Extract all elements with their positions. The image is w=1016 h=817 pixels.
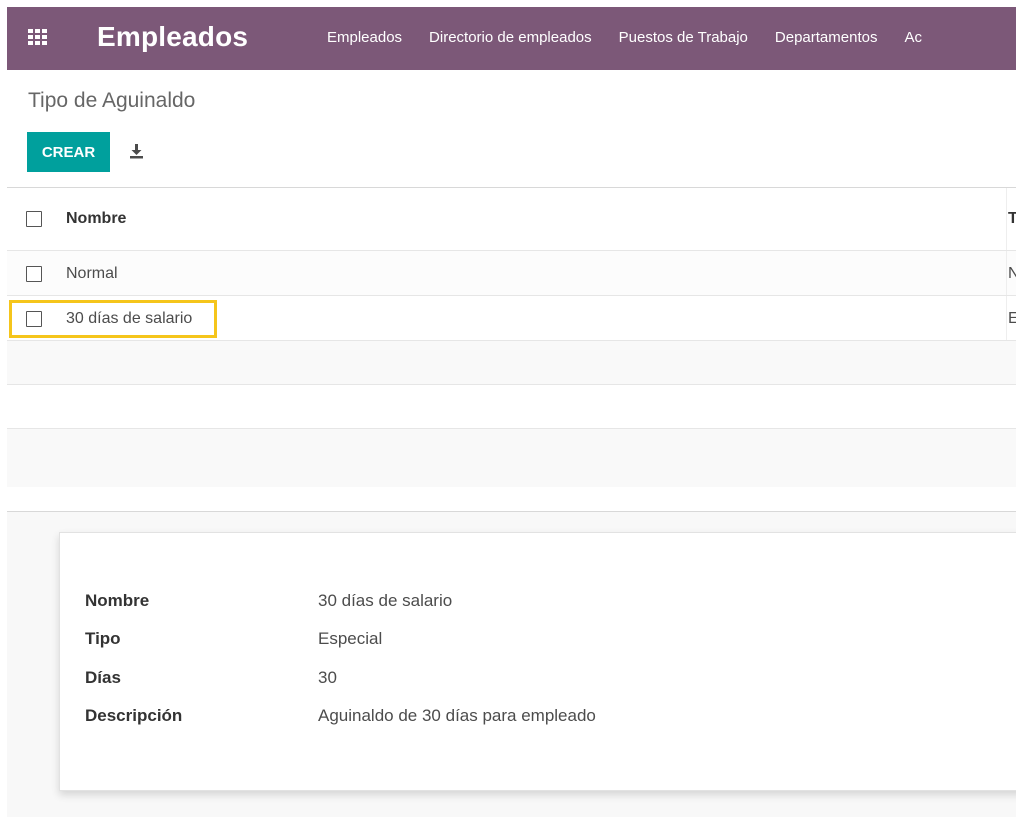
field-label-nombre: Nombre: [85, 591, 150, 610]
row-tipo-cell[interactable]: E: [1006, 296, 1016, 340]
field-value-nombre: 30 días de salario: [318, 591, 453, 610]
record-form-sheet: Nombre 30 días de salario Tipo Especial …: [59, 532, 1016, 791]
menu-item-departamentos[interactable]: Departamentos: [775, 29, 878, 46]
page-title: Tipo de Aguinaldo: [28, 89, 196, 112]
list-view: Nombre T Normal N 30 días de salario E: [7, 187, 1016, 487]
row-checkbox[interactable]: [26, 266, 42, 282]
field-value-dias: 30: [318, 668, 337, 687]
app-name[interactable]: Empleados: [97, 21, 248, 53]
menu-item-empleados[interactable]: Empleados: [327, 29, 402, 46]
create-button[interactable]: CREAR: [27, 132, 110, 172]
menu-item-directorio[interactable]: Directorio de empleados: [429, 29, 592, 46]
download-icon[interactable]: [129, 143, 144, 159]
table-row[interactable]: 30 días de salario E: [7, 296, 1016, 341]
field-label-tipo: Tipo: [85, 629, 121, 648]
menu-item-truncated[interactable]: Ac: [904, 29, 922, 46]
list-header-row: Nombre T: [7, 187, 1016, 251]
apps-grid-icon[interactable]: [28, 29, 48, 45]
row-tipo-label: E: [1008, 310, 1016, 328]
field-value-tipo: Especial: [318, 629, 383, 648]
menu-item-puestos[interactable]: Puestos de Trabajo: [619, 29, 748, 46]
column-header-nombre[interactable]: Nombre: [66, 210, 126, 228]
top-menu: Empleados Directorio de empleados Puesto…: [327, 29, 949, 46]
column-header-tipo-label: T: [1008, 210, 1016, 228]
select-all-checkbox[interactable]: [26, 211, 42, 227]
row-tipo-label: N: [1008, 265, 1016, 283]
top-navbar: Empleados Empleados Directorio de emplea…: [7, 7, 1016, 70]
row-name-cell[interactable]: Normal: [66, 265, 118, 283]
row-name-cell[interactable]: 30 días de salario: [66, 310, 192, 328]
empty-row: [7, 385, 1016, 429]
empty-row: [7, 429, 1016, 487]
row-checkbox[interactable]: [26, 311, 42, 327]
field-value-descripcion: Aguinaldo de 30 días para empleado: [318, 706, 596, 725]
empty-row: [7, 341, 1016, 385]
table-row[interactable]: Normal N: [7, 251, 1016, 296]
column-header-tipo[interactable]: T: [1006, 188, 1016, 250]
row-tipo-cell[interactable]: N: [1006, 251, 1016, 295]
field-label-descripcion: Descripción: [85, 706, 183, 725]
field-label-dias: Días: [85, 668, 121, 687]
